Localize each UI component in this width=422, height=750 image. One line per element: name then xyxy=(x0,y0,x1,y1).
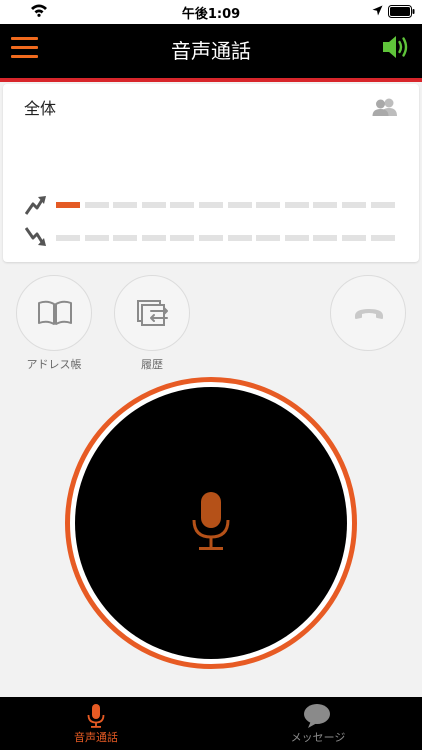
header-divider xyxy=(0,78,422,82)
microphone-icon xyxy=(192,492,230,550)
tab-voice-call-label: 音声通話 xyxy=(74,731,118,744)
phone-hangup-icon xyxy=(355,309,383,319)
hang-up-button[interactable] xyxy=(330,275,406,351)
transmit-level-meter xyxy=(56,202,396,208)
microphone-tab-icon xyxy=(87,704,105,728)
page-title: 音声通話 xyxy=(171,39,251,63)
group-members-icon[interactable] xyxy=(372,97,398,117)
receive-signal-icon xyxy=(25,227,46,246)
book-icon xyxy=(38,300,72,325)
group-name: 全体 xyxy=(24,99,57,118)
history-label: 履歴 xyxy=(141,358,163,371)
tab-messages-label: メッセージ xyxy=(290,731,346,744)
transmit-signal-icon xyxy=(25,196,46,215)
status-bar: 午後1:09 xyxy=(0,0,422,24)
location-arrow-icon xyxy=(372,5,383,16)
status-time: 午後1:09 xyxy=(181,7,241,22)
battery-icon xyxy=(388,5,415,18)
address-book-button[interactable] xyxy=(16,275,92,351)
history-icon xyxy=(137,300,168,326)
history-button[interactable] xyxy=(114,275,190,351)
speaker-icon[interactable] xyxy=(381,34,411,60)
address-book-label: アドレス帳 xyxy=(26,358,82,371)
chat-bubble-icon xyxy=(304,704,330,728)
receive-level-meter xyxy=(56,235,396,241)
